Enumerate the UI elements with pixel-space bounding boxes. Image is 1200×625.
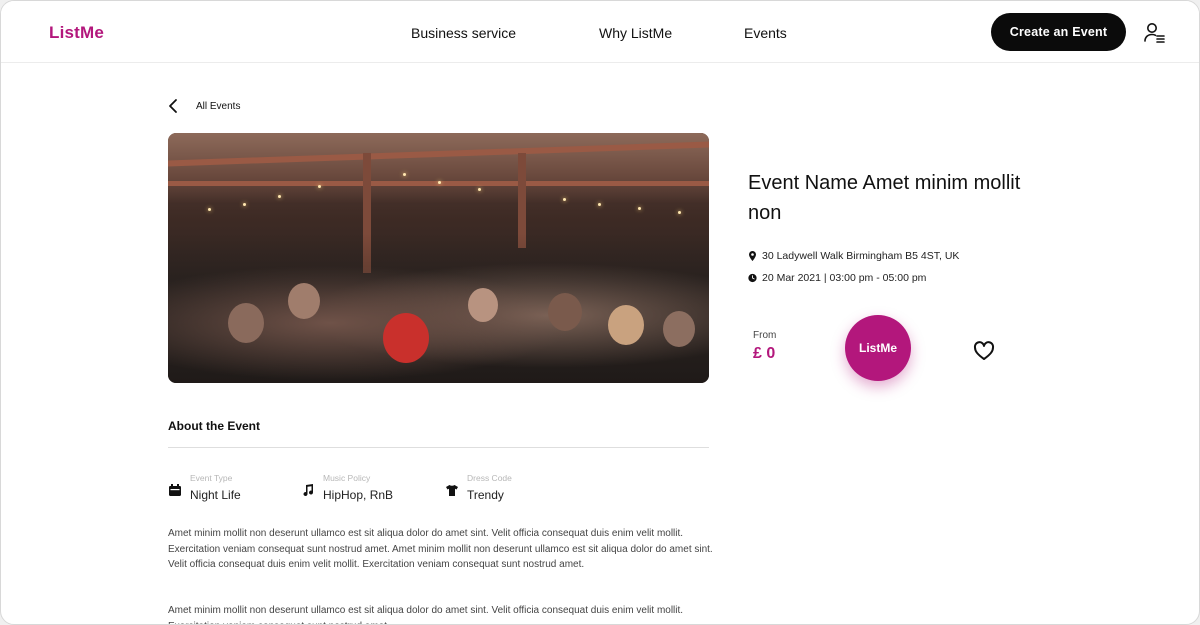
- music-policy-value: HipHop, RnB: [323, 488, 394, 502]
- hero-person: [663, 311, 695, 347]
- event-location-text: 30 Ladywell Walk Birmingham B5 4ST, UK: [762, 250, 960, 262]
- listme-button[interactable]: ListMe: [845, 315, 911, 381]
- dress-code-info: Dress Code Trendy: [445, 473, 565, 507]
- about-paragraph: Amet minim mollit non deserunt ullamco e…: [168, 528, 713, 570]
- about-event-heading: About the Event: [168, 419, 260, 433]
- create-event-button[interactable]: Create an Event: [991, 13, 1126, 51]
- event-datetime-text: 20 Mar 2021 | 03:00 pm - 05:00 pm: [762, 272, 927, 284]
- about-divider: [168, 447, 709, 448]
- hero-light: [318, 185, 321, 188]
- nav-business-service[interactable]: Business service: [411, 25, 516, 41]
- event-hero-image: [168, 133, 709, 383]
- hero-person: [383, 313, 429, 363]
- logo[interactable]: ListMe: [49, 23, 104, 43]
- hero-light: [278, 195, 281, 198]
- nav-why-listme[interactable]: Why ListMe: [599, 25, 672, 41]
- event-title: Event Name Amet minim mollit non: [748, 172, 1021, 224]
- hero-light: [403, 173, 406, 176]
- clock-icon: [748, 273, 757, 283]
- hero-person: [228, 303, 264, 343]
- price-value: £ 0: [753, 345, 776, 362]
- hero-person: [548, 293, 582, 331]
- chevron-left-icon[interactable]: [166, 98, 180, 114]
- hero-light: [678, 211, 681, 214]
- event-type-label: Event Type: [190, 473, 233, 483]
- location-pin-icon: [749, 251, 756, 261]
- hero-light: [598, 203, 601, 206]
- heart-icon[interactable]: [973, 341, 995, 361]
- music-policy-info: Music Policy HipHop, RnB: [301, 473, 431, 507]
- hero-light: [243, 203, 246, 206]
- music-policy-label: Music Policy: [323, 473, 371, 483]
- hero-light: [208, 208, 211, 211]
- hero-person: [608, 305, 644, 345]
- hero-light: [563, 198, 566, 201]
- hero-person: [468, 288, 498, 322]
- tshirt-icon: [446, 485, 458, 496]
- hero-light: [478, 188, 481, 191]
- about-paragraph: Amet minim mollit non deserunt ullamco e…: [168, 605, 684, 624]
- calendar-icon: [169, 484, 181, 496]
- hero-person: [288, 283, 320, 319]
- event-type-info: Event Type Night Life: [168, 473, 288, 507]
- user-menu-icon[interactable]: [1143, 21, 1165, 43]
- music-note-icon: [303, 484, 314, 497]
- price-label: From: [753, 330, 777, 341]
- breadcrumb-all-events[interactable]: All Events: [196, 101, 240, 112]
- app-window: ListMe Business service Why ListMe Event…: [0, 0, 1200, 625]
- dress-code-label: Dress Code: [467, 473, 512, 483]
- top-navigation-bar: ListMe Business service Why ListMe Event…: [1, 1, 1199, 63]
- event-type-value: Night Life: [190, 488, 241, 502]
- hero-light: [438, 181, 441, 184]
- nav-events[interactable]: Events: [744, 25, 787, 41]
- dress-code-value: Trendy: [467, 488, 504, 502]
- hero-light: [638, 207, 641, 210]
